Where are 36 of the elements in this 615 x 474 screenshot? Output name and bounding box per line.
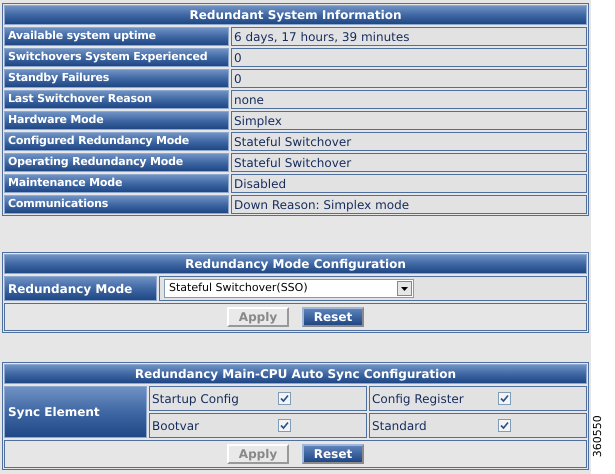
mode-dropdown[interactable]: Stateful Switchover(SSO) [164,279,414,298]
reset-button[interactable]: Reset [302,307,364,327]
checkbox[interactable] [498,419,511,432]
row-label: Standby Failures [4,69,229,88]
row-value: 0 [231,69,587,88]
row-label: Operating Redundancy Mode [4,153,229,172]
row-value: Stateful Switchover [231,153,587,172]
panel-header: Redundancy Mode Configuration [4,254,587,274]
reset-button[interactable]: Reset [302,444,364,464]
row-label: Available system uptime [4,27,229,46]
row-label: Communications [4,195,229,214]
checkbox[interactable] [498,392,511,405]
panel-header: Redundant System Information [4,5,587,25]
caret-icon [401,286,408,290]
row-value: none [231,90,587,109]
row-value: Down Reason: Simplex mode [231,195,587,214]
row-value: 6 days, 17 hours, 39 minutes [231,27,587,46]
row-value: 0 [231,48,587,67]
checkbox-label: Config Register [372,390,465,408]
field-label: Redundancy Mode [4,276,157,301]
row-label: Last Switchover Reason [4,90,229,109]
row-label: Configured Redundancy Mode [4,132,229,151]
row-value: Simplex [231,111,587,130]
field-label: Sync Element [4,386,147,438]
panel-header: Redundancy Main-CPU Auto Sync Configuration [4,364,587,384]
checkbox-label: Standard [372,418,428,434]
row-value: Disabled [231,174,587,193]
row-label: Switchovers System Experienced [4,48,229,67]
row-label: Hardware Mode [4,111,229,130]
checkbox-label: Bootvar [152,418,200,434]
figure-number: 360550 [590,415,605,458]
checkbox[interactable] [278,419,291,432]
row-label: Maintenance Mode [4,174,229,193]
row-value: Stateful Switchover [231,132,587,151]
checkbox-label: Startup Config [152,390,240,408]
checkbox[interactable] [278,392,291,405]
